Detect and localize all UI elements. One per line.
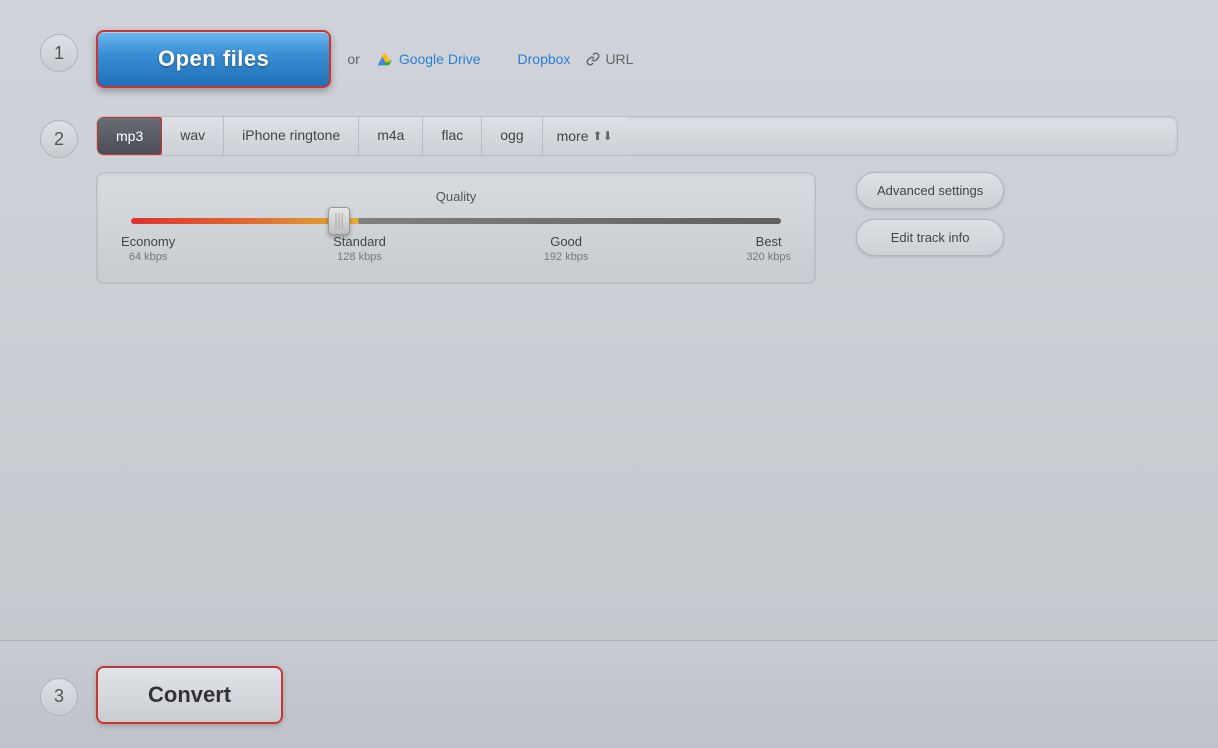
quality-marker-good: Good 192 kbps — [544, 234, 589, 263]
quality-markers: Economy 64 kbps Standard 128 kbps Good 1… — [121, 234, 791, 263]
open-files-button[interactable]: Open files — [96, 30, 331, 88]
cloud-links: Google Drive Dropbox URL — [376, 50, 634, 68]
or-text: or — [347, 51, 359, 67]
tab-wav[interactable]: wav — [162, 117, 224, 155]
quality-marker-standard: Standard 128 kbps — [333, 234, 386, 263]
good-sublabel: 192 kbps — [544, 251, 589, 263]
economy-label: Economy — [121, 234, 175, 249]
format-row-content: mp3 wav iPhone ringtone m4a flac ogg mor… — [96, 116, 1178, 284]
tab-m4a[interactable]: m4a — [359, 117, 423, 155]
good-label: Good — [544, 234, 589, 249]
economy-sublabel: 64 kbps — [121, 251, 175, 263]
step1-number: 1 — [40, 34, 78, 72]
quality-marker-best: Best 320 kbps — [746, 234, 791, 263]
bottom-bar: 3 Convert — [0, 640, 1218, 748]
quality-and-buttons: Quality Economy 64 kbps Standard — [96, 156, 1178, 284]
tab-iphone-ringtone[interactable]: iPhone ringtone — [224, 117, 359, 155]
more-label: more — [557, 128, 589, 144]
step2-row: 2 mp3 wav iPhone ringtone m4a flac ogg m… — [40, 116, 1178, 284]
tab-more[interactable]: more ⬆⬇ — [543, 117, 627, 155]
best-label: Best — [746, 234, 791, 249]
step2-number: 2 — [40, 120, 78, 158]
dropbox-link[interactable]: Dropbox — [497, 51, 571, 67]
tab-flac[interactable]: flac — [423, 117, 482, 155]
chevron-icon: ⬆⬇ — [593, 129, 613, 143]
url-label: URL — [605, 51, 633, 67]
advanced-settings-button[interactable]: Advanced settings — [856, 172, 1004, 209]
step1-row: 1 Open files or Google Drive Drop — [40, 30, 1178, 88]
edit-track-info-button[interactable]: Edit track info — [856, 219, 1004, 256]
format-tabs: mp3 wav iPhone ringtone m4a flac ogg mor… — [96, 116, 1178, 156]
google-drive-label: Google Drive — [399, 51, 481, 67]
standard-label: Standard — [333, 234, 386, 249]
quality-marker-economy: Economy 64 kbps — [121, 234, 175, 263]
url-link[interactable]: URL — [586, 51, 633, 67]
step3-number: 3 — [40, 678, 78, 716]
url-icon — [586, 52, 600, 66]
quality-section: Quality Economy 64 kbps Standard — [96, 172, 816, 284]
quality-label: Quality — [121, 189, 791, 204]
tab-mp3[interactable]: mp3 — [96, 116, 163, 156]
right-buttons: Advanced settings Edit track info — [856, 172, 1004, 256]
convert-button[interactable]: Convert — [96, 666, 283, 724]
slider-container — [131, 218, 781, 224]
best-sublabel: 320 kbps — [746, 251, 791, 263]
dropbox-icon — [497, 51, 513, 67]
standard-sublabel: 128 kbps — [333, 251, 386, 263]
quality-slider-thumb[interactable] — [328, 207, 350, 235]
google-drive-icon — [376, 50, 394, 68]
slider-track — [131, 218, 781, 224]
tab-ogg[interactable]: ogg — [482, 117, 542, 155]
dropbox-label: Dropbox — [518, 51, 571, 67]
google-drive-link[interactable]: Google Drive — [376, 50, 481, 68]
